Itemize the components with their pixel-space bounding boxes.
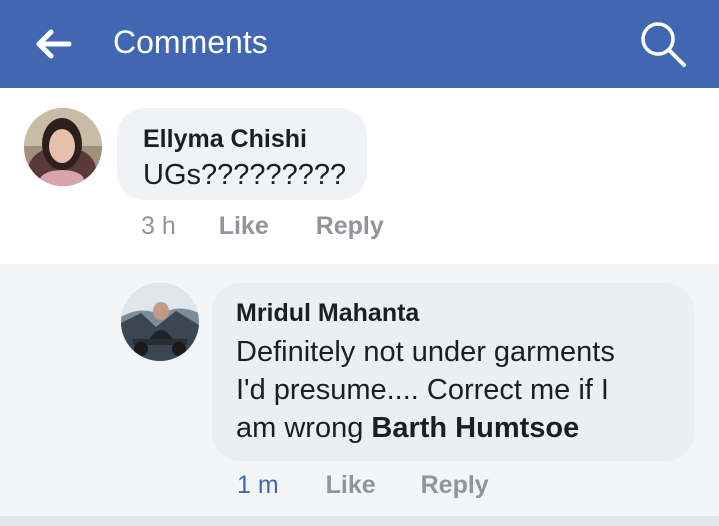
like-button[interactable]: Like [326,471,376,499]
reply-button[interactable]: Reply [421,471,489,499]
profile-photo-avatar [121,283,199,361]
comment-text: UGs????????? [143,159,347,191]
reply-section: Mridul Mahanta Definitely not under garm… [0,264,719,516]
reply-button[interactable]: Reply [316,212,384,240]
mention-link[interactable]: Barth Humtsoe [371,412,579,444]
divider [0,516,719,526]
search-button[interactable] [632,14,694,74]
profile-photo-avatar [24,108,102,186]
avatar[interactable] [24,108,102,186]
comment-author[interactable]: Ellyma Chishi [143,124,307,154]
reply-bubble[interactable]: Mridul Mahanta Definitely not under garm… [212,283,694,461]
comment-timestamp: 3 h [141,212,176,240]
reply-text-tail: am wrong [236,412,364,444]
reply-timestamp: 1 m [237,471,279,499]
reply-author[interactable]: Mridul Mahanta [236,298,419,328]
reply-text-line: Definitely not under garments [236,336,615,368]
comment-thread: Ellyma Chishi UGs????????? 3 h Like Repl… [0,88,719,516]
page-title: Comments [113,24,268,60]
comment-bubble[interactable]: Ellyma Chishi UGs????????? [117,108,367,200]
search-icon [641,22,686,67]
arrow-left-icon [36,29,72,59]
back-button[interactable] [28,20,80,68]
avatar[interactable] [121,283,199,361]
reply-text: Definitely not under garments I'd presum… [236,333,686,447]
reply-text-line: I'd presume.... Correct me if I [236,374,609,406]
like-button[interactable]: Like [219,212,269,240]
reply-text-line: am wrong Barth Humtsoe [236,409,686,447]
reply-meta: 1 m Like Reply [237,470,489,500]
comment-meta: 3 h Like Reply [141,211,384,241]
app-bar: Comments [0,0,719,88]
